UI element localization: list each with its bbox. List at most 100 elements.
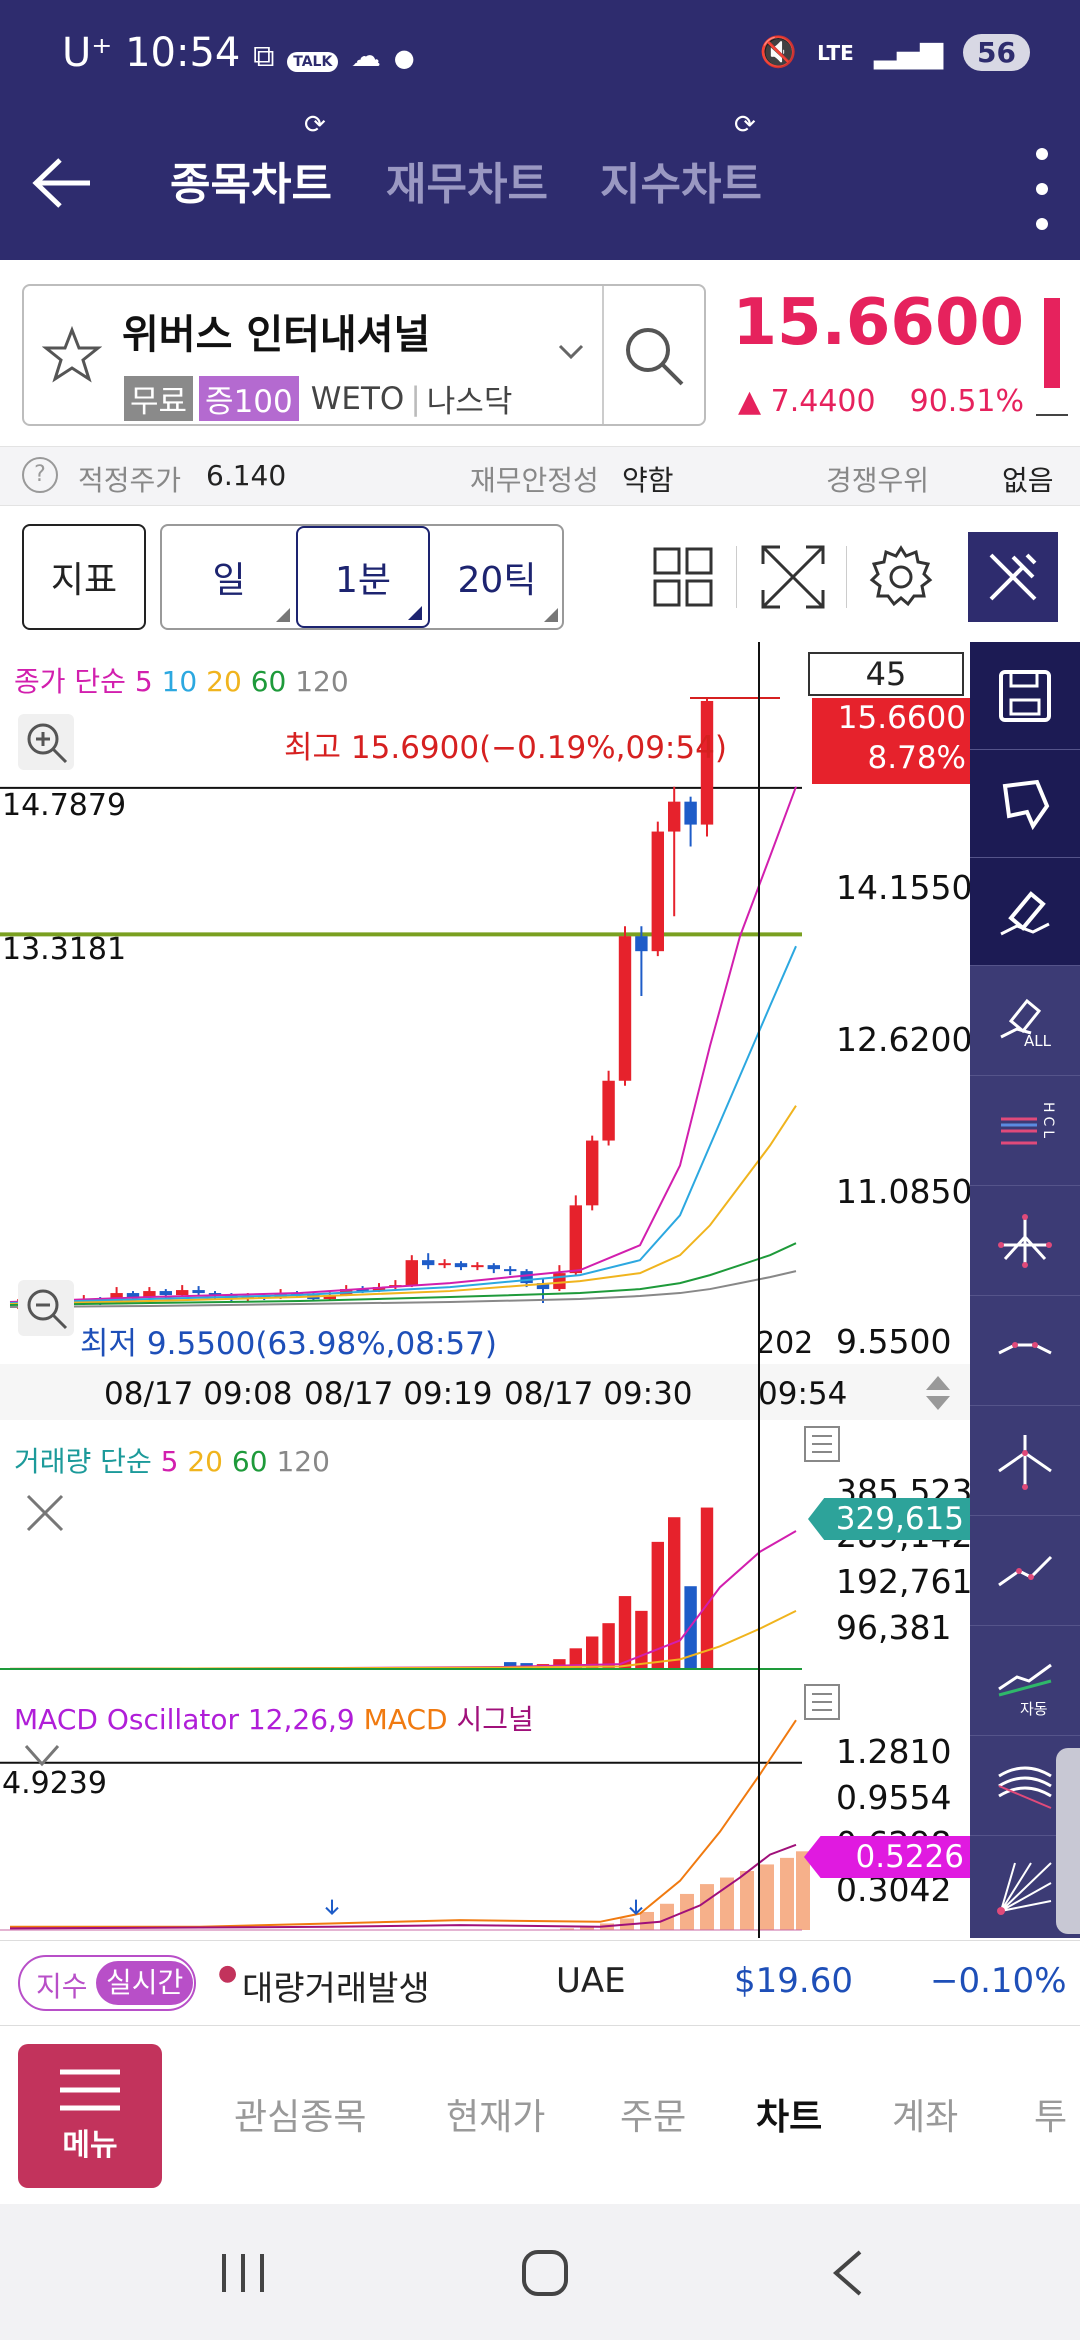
recent-apps-icon[interactable]: [218, 2250, 268, 2296]
system-back-icon[interactable]: [828, 2248, 868, 2298]
competition-value: 없음: [1002, 464, 1054, 497]
trendline-icon[interactable]: [970, 1516, 1080, 1626]
volume-bar: [618, 1596, 632, 1670]
tab-financial-chart[interactable]: 재무차트: [386, 148, 548, 212]
dropdown-corner-icon: [408, 606, 422, 620]
tag-margin: 증100: [199, 376, 299, 421]
chevron-down-icon[interactable]: [558, 344, 584, 360]
vol-ma-120: 120: [276, 1445, 330, 1478]
period-day[interactable]: 일: [162, 526, 296, 628]
nav-order[interactable]: 주문: [620, 2088, 686, 2140]
ticker-bar[interactable]: 지수 실시간 ● 대량거래발생 UAE $19.60 −0.10%: [0, 1940, 1080, 2026]
zoom-out-icon[interactable]: [18, 1280, 74, 1336]
ticker-index-label: 지수: [36, 1970, 88, 2003]
nav-watchlist[interactable]: 관심종목: [234, 2088, 366, 2140]
trend-cross-icon[interactable]: [970, 1296, 1080, 1406]
cloud-icon: ☁: [351, 39, 382, 74]
period-selector: 일 1분 20틱: [160, 524, 564, 630]
hcl-lines-icon[interactable]: HCL: [970, 1076, 1080, 1186]
current-price-tag: 15.6600 8.78%: [812, 698, 972, 784]
dot-icon: ●: [393, 44, 415, 72]
macd-hline-label: 4.9239: [2, 1766, 107, 1801]
resize-handle-icon[interactable]: [922, 1372, 954, 1414]
nav-chart[interactable]: 차트: [756, 2088, 822, 2140]
search-icon[interactable]: [622, 324, 688, 390]
tab-index-chart[interactable]: 지수차트: [600, 148, 762, 212]
auto-trendline-icon[interactable]: 자동: [970, 1626, 1080, 1736]
pane-menu-icon[interactable]: [804, 1684, 840, 1720]
stock-selector[interactable]: 위버스 인터내셔널 무료 증100 WETO | 나스닥: [22, 284, 706, 426]
more-icon[interactable]: [1032, 148, 1052, 230]
tab-stock-chart[interactable]: 종목차트: [170, 148, 332, 212]
volume-legend-label: 거래량 단순: [14, 1445, 152, 1478]
crosshair-x-label: 202: [756, 1326, 814, 1361]
battery-icon: 56: [963, 34, 1030, 71]
bottom-nav: 메뉴 관심종목 현재가 주문 차트 계좌 투: [0, 2026, 1080, 2204]
ticker-toggle[interactable]: 지수 실시간: [18, 1955, 196, 2011]
price-change: ▲ 7.4400 90.51%: [738, 384, 1024, 419]
candle: [586, 1140, 599, 1206]
volume-bar: [602, 1623, 615, 1670]
menu-label: 메뉴: [62, 2128, 118, 2163]
change-pct: 90.51%: [909, 384, 1024, 419]
dropdown-corner-icon: [276, 608, 290, 622]
sync-icon: ⟳: [304, 110, 326, 140]
macd-osc-bar: [700, 1884, 714, 1930]
candle: [635, 936, 648, 952]
eraser-all-icon[interactable]: ALL: [970, 966, 1080, 1076]
volume-current-tag: 329,615: [808, 1498, 970, 1540]
macd-osc-bar: [796, 1851, 810, 1930]
fullscreen-icon[interactable]: [758, 542, 828, 612]
price-legend-label: 종가 단순: [14, 665, 126, 698]
ticker-change: −0.10%: [930, 1961, 1067, 2001]
period-tick-label: 20틱: [457, 560, 537, 601]
current-price-tag-value: 15.6600: [837, 700, 966, 736]
macd-osc-bar: [760, 1864, 774, 1930]
info-bar: ? 적정주가 6.140 재무안정성 약함 경쟁우위 없음: [0, 446, 1080, 506]
nav-current-price[interactable]: 현재가: [446, 2088, 545, 2140]
nav-invest[interactable]: 투: [1034, 2088, 1067, 2140]
divider: [602, 286, 604, 424]
nav-account[interactable]: 계좌: [892, 2088, 958, 2140]
pane-menu-icon[interactable]: [804, 1426, 840, 1462]
x-tick: 08/17 09:08: [104, 1376, 293, 1412]
all-label: ALL: [1024, 1032, 1051, 1050]
divider: [736, 546, 737, 608]
x-tick: 09:54: [758, 1376, 848, 1412]
status-time: 10:54: [125, 30, 241, 76]
eraser-icon[interactable]: [970, 858, 1080, 966]
signal-down-arrow: [629, 1899, 643, 1916]
auto-label: 자동: [1020, 1700, 1048, 1718]
candle: [487, 1265, 500, 1270]
save-icon[interactable]: [970, 642, 1080, 750]
period-minute[interactable]: 1분: [296, 526, 430, 628]
period-tick[interactable]: 20틱: [430, 526, 564, 628]
volume-legend: 거래량 단순 5 20 60 120: [14, 1440, 330, 1480]
x-tick: 08/17 09:19: [304, 1376, 493, 1412]
price-y-tick: 14.1550: [836, 868, 973, 907]
indicator-button[interactable]: 지표: [22, 524, 146, 630]
settings-gear-icon[interactable]: [868, 544, 934, 610]
candle: [618, 936, 632, 1081]
candle: [553, 1273, 566, 1290]
ticker-price: $19.60: [734, 1961, 853, 2001]
close-icon[interactable]: [22, 1490, 68, 1536]
zoom-in-icon[interactable]: [18, 714, 74, 770]
help-icon[interactable]: ?: [22, 457, 58, 493]
fair-value-label: 적정주가: [78, 464, 182, 497]
volume-y-tick: 96,381: [836, 1608, 952, 1647]
vertex-tool-icon[interactable]: [970, 1406, 1080, 1516]
layout-grid-icon[interactable]: [652, 546, 714, 608]
macd-label: MACD: [363, 1703, 448, 1736]
home-icon[interactable]: [520, 2248, 570, 2298]
favorite-star-icon[interactable]: [42, 326, 102, 386]
candle-count-box[interactable]: 45: [808, 652, 964, 696]
back-arrow-icon[interactable]: [28, 148, 98, 218]
toolbar-scroll-handle[interactable]: [1056, 1748, 1080, 1934]
menu-button[interactable]: 메뉴: [18, 2044, 162, 2188]
talk-icon: TALK: [287, 52, 339, 72]
candle: [438, 1263, 451, 1266]
crosshair-tool-icon[interactable]: [970, 1186, 1080, 1296]
draw-shape-icon[interactable]: [970, 750, 1080, 858]
drawing-tools-toggle[interactable]: [968, 532, 1058, 622]
